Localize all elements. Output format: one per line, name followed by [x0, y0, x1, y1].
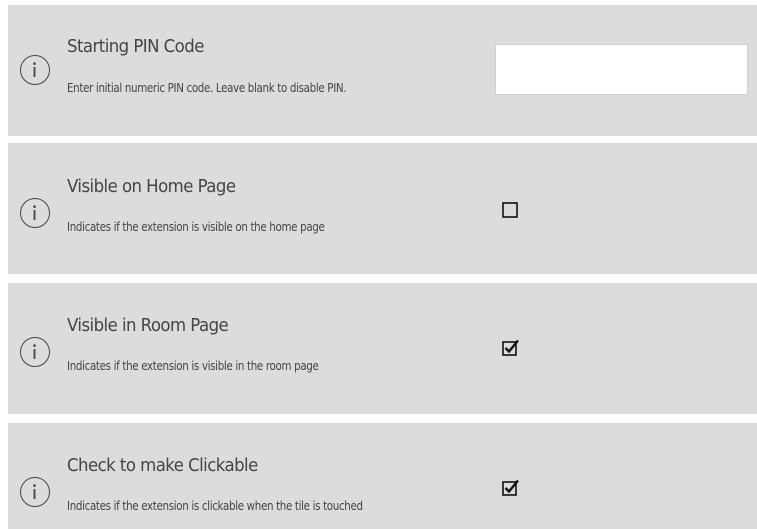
setting-title: Check to make Clickable — [67, 455, 258, 476]
pin-code-input[interactable] — [495, 44, 748, 95]
setting-row-visible-home: Visible on Home Page Indicates if the ex… — [8, 143, 757, 274]
info-icon[interactable] — [20, 477, 50, 507]
setting-description: Indicates if the extension is clickable … — [67, 499, 363, 513]
info-icon[interactable] — [20, 337, 50, 367]
setting-description: Indicates if the extension is visible on… — [67, 220, 325, 234]
info-icon[interactable] — [20, 198, 50, 228]
info-icon[interactable] — [20, 55, 50, 85]
checkbox-unchecked-icon — [502, 202, 518, 218]
checkbox-checked-icon — [502, 339, 519, 356]
visible-home-checkbox[interactable] — [501, 201, 521, 221]
checkbox-checked-icon — [502, 479, 519, 496]
setting-row-visible-room: Visible in Room Page Indicates if the ex… — [8, 283, 757, 414]
setting-title: Starting PIN Code — [67, 36, 204, 57]
setting-description: Indicates if the extension is visible in… — [67, 359, 319, 373]
setting-title: Visible in Room Page — [67, 315, 229, 336]
setting-row-clickable: Check to make Clickable Indicates if the… — [8, 423, 757, 529]
visible-room-checkbox[interactable] — [501, 338, 521, 358]
settings-list: Starting PIN Code Enter initial numeric … — [0, 0, 757, 529]
setting-title: Visible on Home Page — [67, 176, 236, 197]
setting-row-pin-code: Starting PIN Code Enter initial numeric … — [8, 5, 757, 136]
setting-description: Enter initial numeric PIN code. Leave bl… — [67, 81, 347, 95]
clickable-checkbox[interactable] — [501, 478, 521, 498]
